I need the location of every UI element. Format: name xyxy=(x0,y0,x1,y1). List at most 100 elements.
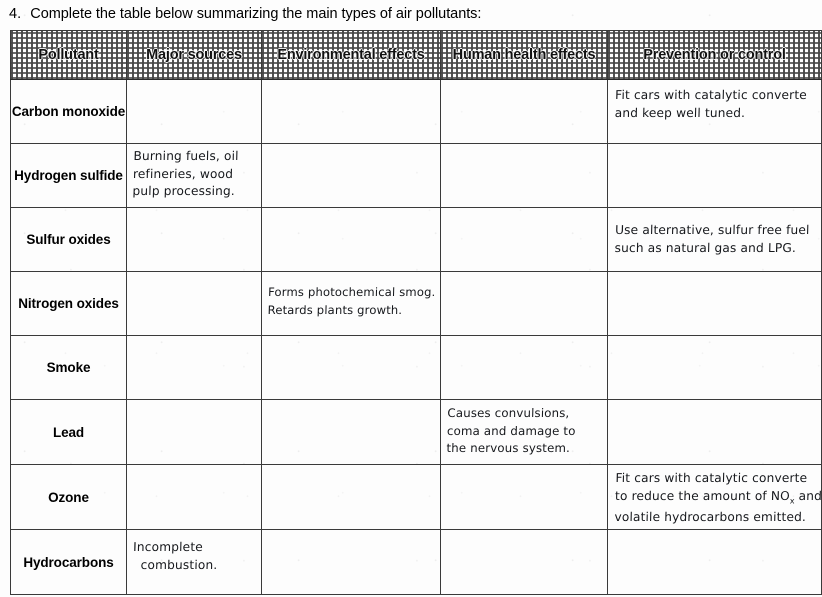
prevention-or-control-cell[interactable]: Fit cars with catalytic converte and kee… xyxy=(607,80,822,143)
environmental-effects-cell[interactable] xyxy=(261,80,440,143)
human-health-effects-cell[interactable] xyxy=(440,208,607,271)
pollutant-name-line: monoxide xyxy=(62,104,126,119)
air-pollutants-table: Pollutant Major sources Environmental ef… xyxy=(10,30,822,595)
pollutant-name-cell: Ozone xyxy=(10,465,126,529)
table-row: Hydrogen sulfide Burning fuels, oil refi… xyxy=(10,144,822,208)
answer-line: Incomplete xyxy=(132,540,204,554)
answer-line: the nervous system. xyxy=(446,441,571,455)
human-health-effects-cell[interactable] xyxy=(440,80,607,143)
column-header-prevention-or-control: Prevention or control xyxy=(607,31,822,79)
environmental-effects-cell[interactable] xyxy=(261,400,440,464)
handwritten-answer: Forms photochemical smog. Retards plants… xyxy=(262,272,440,319)
answer-line: volatile hydrocarbons emitted. xyxy=(614,510,807,525)
answer-line: combustion. xyxy=(140,557,218,572)
answer-line: such as natural gas and LPG. xyxy=(614,240,797,255)
pollutant-name-line: oxides xyxy=(68,232,111,247)
handwritten-answer: Fit cars with catalytic converte and kee… xyxy=(608,80,821,122)
table-row: Ozone Fit cars with catalytic converte t… xyxy=(10,465,822,530)
prevention-or-control-cell[interactable] xyxy=(607,400,822,464)
column-header-label: Prevention or control xyxy=(643,47,786,63)
pollutant-name-line: Hydrogen xyxy=(14,168,77,183)
environmental-effects-cell[interactable] xyxy=(261,336,440,399)
pollutant-name-cell: Hydrogen sulfide xyxy=(10,144,126,207)
major-sources-cell[interactable] xyxy=(126,80,261,143)
pollutant-name-line: Sulfur xyxy=(26,232,65,247)
table-row: Smoke xyxy=(10,336,822,400)
major-sources-cell[interactable]: Burning fuels, oil refineries, wood pulp… xyxy=(126,144,261,207)
answer-line: Causes convulsions, xyxy=(447,406,570,420)
pollutant-name-line: Smoke xyxy=(46,360,91,375)
table-row: Lead Causes convulsions, coma and damage… xyxy=(10,400,822,465)
column-header-label: Major sources xyxy=(146,47,242,63)
human-health-effects-cell[interactable] xyxy=(440,465,607,529)
pollutant-name-line: Ozone xyxy=(48,489,89,505)
prevention-or-control-cell[interactable] xyxy=(607,336,822,399)
pollutant-name-line: Lead xyxy=(52,424,85,440)
answer-line: Fit cars with catalytic converte xyxy=(614,88,808,102)
prevention-or-control-cell[interactable] xyxy=(607,530,822,594)
major-sources-cell[interactable] xyxy=(126,336,261,399)
human-health-effects-cell[interactable] xyxy=(440,336,607,399)
pollutant-name-line: oxides xyxy=(76,296,119,311)
answer-line: coma and damage to xyxy=(446,423,576,438)
answer-line-nox: to reduce the amount of NOx and xyxy=(614,488,821,510)
column-header-environmental-effects: Environmental effects xyxy=(261,31,440,79)
table-header-row: Pollutant Major sources Environmental ef… xyxy=(10,30,822,80)
column-header-label: Human health effects xyxy=(452,47,596,63)
answer-line: Retards plants growth. xyxy=(267,302,403,317)
pollutant-name-cell: Hydrocarbons xyxy=(10,530,126,594)
pollutant-name-cell: Smoke xyxy=(10,336,126,399)
human-health-effects-cell[interactable] xyxy=(440,272,607,335)
table-row: Carbon monoxide Fit cars with catalytic … xyxy=(10,80,822,144)
column-header-label: Pollutant xyxy=(38,47,99,63)
answer-line: refineries, wood xyxy=(132,166,234,181)
handwritten-answer: Use alternative, sulfur free fuel such a… xyxy=(608,208,821,257)
answer-line: Burning fuels, oil xyxy=(133,149,239,163)
prevention-or-control-cell[interactable]: Use alternative, sulfur free fuel such a… xyxy=(607,208,822,271)
major-sources-cell[interactable] xyxy=(126,272,261,335)
environmental-effects-cell[interactable] xyxy=(261,208,440,271)
prevention-or-control-cell[interactable] xyxy=(607,272,822,335)
environmental-effects-cell[interactable] xyxy=(261,530,440,594)
pollutant-name-line: sulfide xyxy=(80,168,123,183)
major-sources-cell[interactable] xyxy=(126,400,261,464)
prevention-or-control-cell[interactable] xyxy=(607,144,822,207)
major-sources-cell[interactable] xyxy=(126,208,261,271)
handwritten-answer: Causes convulsions, coma and damage to t… xyxy=(441,400,607,458)
environmental-effects-cell[interactable]: Forms photochemical smog. Retards plants… xyxy=(261,272,440,335)
handwritten-answer: Fit cars with catalytic converte to redu… xyxy=(608,465,821,527)
table-row: Sulfur oxides Use alternative, sulfur fr… xyxy=(10,208,822,272)
answer-line: Forms photochemical smog. xyxy=(267,285,436,299)
table-row: Hydrocarbons Incomplete combustion. xyxy=(10,530,822,595)
question-number: 4. xyxy=(9,6,22,22)
major-sources-cell[interactable]: Incomplete combustion. xyxy=(126,530,261,594)
question-text: Complete the table below summarizing the… xyxy=(30,6,482,22)
answer-line: pulp processing. xyxy=(132,184,236,198)
pollutant-name-cell: Nitrogen oxides xyxy=(10,272,126,335)
handwritten-answer: Burning fuels, oil refineries, wood pulp… xyxy=(127,144,261,201)
answer-line: Use alternative, sulfur free fuel xyxy=(614,223,810,237)
human-health-effects-cell[interactable]: Causes convulsions, coma and damage to t… xyxy=(440,400,607,464)
table-row: Nitrogen oxides Forms photochemical smog… xyxy=(10,272,822,336)
environmental-effects-cell[interactable] xyxy=(261,144,440,207)
answer-line: Fit cars with catalytic converte xyxy=(615,471,808,485)
human-health-effects-cell[interactable] xyxy=(440,530,607,594)
handwritten-answer: Incomplete combustion. xyxy=(127,530,261,574)
scanned-worksheet-page: 4. Complete the table below summarizing … xyxy=(0,0,822,597)
pollutant-name-line: Nitrogen xyxy=(18,296,73,311)
prevention-or-control-cell[interactable]: Fit cars with catalytic converte to redu… xyxy=(607,465,822,529)
answer-line: and keep well tuned. xyxy=(614,105,746,120)
pollutant-name-line: Carbon xyxy=(11,104,59,119)
pollutant-name-cell: Carbon monoxide xyxy=(10,80,126,143)
column-header-label: Environmental effects xyxy=(277,47,425,63)
question-prompt: 4. Complete the table below summarizing … xyxy=(9,2,819,26)
pollutant-name-line: Hydrocarbons xyxy=(23,554,114,570)
pollutant-name-cell: Sulfur oxides xyxy=(10,208,126,271)
major-sources-cell[interactable] xyxy=(126,465,261,529)
answer-line: to reduce the amount of NO xyxy=(614,488,791,503)
pollutant-name-cell: Lead xyxy=(10,400,126,464)
human-health-effects-cell[interactable] xyxy=(440,144,607,207)
column-header-major-sources: Major sources xyxy=(126,31,261,79)
environmental-effects-cell[interactable] xyxy=(261,465,440,529)
column-header-human-health-effects: Human health effects xyxy=(440,31,607,79)
